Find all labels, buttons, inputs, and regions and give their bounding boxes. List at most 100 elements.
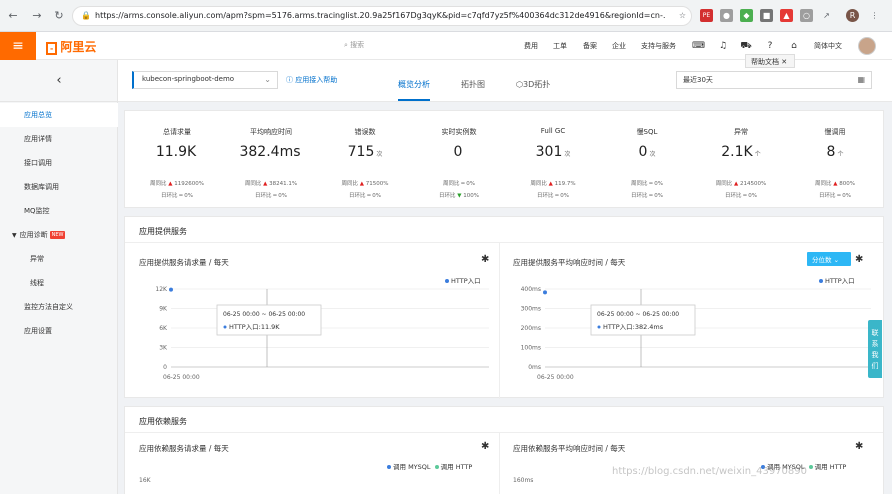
language-switch[interactable]: 简体中文	[814, 41, 842, 51]
sidebar-item-db-calls[interactable]: 数据库调用	[0, 175, 118, 199]
reload-icon[interactable]: ↻	[52, 9, 66, 23]
chart-title: 应用提供服务请求量 / 每天	[139, 258, 229, 267]
topnav-icp[interactable]: 备案	[583, 41, 597, 51]
help-tooltip: 帮助文档 ✕	[745, 54, 795, 68]
extension-icon[interactable]: ○	[800, 9, 813, 22]
tab-label: 3D拓扑	[522, 80, 551, 89]
metric-5[interactable]: 慢SQL 0 次周同比 ━ 0% 日环比 ━ 0%	[601, 111, 693, 209]
sidebar-item-diagnosis[interactable]: ▼ 应用诊断 NEW	[0, 223, 118, 247]
contact-label: 联系我们	[871, 329, 879, 370]
provide-latency-chart[interactable]: 0ms 100ms 200ms 300ms 400ms 06-25 00:00 06-25 …	[509, 285, 879, 397]
metric-value: 0	[453, 144, 463, 160]
metrics-card: 总请求量 11.9K 周同比 ▲ 1192600% 日环比 ━ 0% 平均响应时间 382…	[124, 110, 884, 208]
week-compare: 周同比 ▲ 38241.1%	[244, 181, 298, 187]
metric-1[interactable]: 平均响应时间 382.4ms 周同比 ▲ 38241.1% 日环比 ━ 0%	[225, 111, 317, 209]
extension-icon[interactable]: ●	[720, 9, 733, 22]
help-link-text: 应用接入帮助	[295, 76, 338, 84]
date-range-value: 最近30天	[683, 76, 713, 84]
sidebar-item-label: 异常	[30, 255, 44, 263]
search-input[interactable]: ⌕ 搜索	[344, 40, 364, 50]
tab-topology[interactable]: 拓扑图	[461, 79, 485, 101]
extension-icon[interactable]: ↗	[820, 9, 833, 22]
percentile-button[interactable]: 分位数 ⌄	[807, 252, 851, 266]
metric-value: 382.4ms	[239, 144, 301, 160]
topnav-fee[interactable]: 费用	[524, 41, 538, 51]
metric-label: 错误数	[354, 128, 376, 136]
menu-icon[interactable]: ⋮	[868, 9, 881, 22]
address-bar[interactable]: 🔒 https://arms.console.aliyun.com/apm?sp…	[72, 6, 692, 26]
y-tick-label: 0ms	[528, 364, 541, 371]
sidebar: ‹ 应用总览 应用详情 接口调用 数据库调用 MQ监控 ▼ 应用诊断 NEW 异常 …	[0, 60, 118, 494]
sidebar-item-overview[interactable]: 应用总览	[0, 103, 118, 127]
home-icon[interactable]: ⌂	[788, 40, 800, 52]
sidebar-item-mq[interactable]: MQ监控	[0, 199, 118, 223]
tab-3d-topology[interactable]: ⬡3D拓扑	[516, 79, 550, 101]
profile-icon[interactable]: R	[846, 9, 859, 22]
help-icon[interactable]: ?	[764, 40, 776, 52]
bug-icon[interactable]: ✱	[855, 441, 863, 452]
bug-icon[interactable]: ✱	[481, 254, 489, 265]
menu-icon[interactable]: ≡	[0, 32, 36, 60]
topnav-support[interactable]: 支持与服务	[641, 41, 676, 51]
bell-icon[interactable]: ♫	[717, 40, 729, 52]
sidebar-item-custom-method[interactable]: 监控方法自定义	[0, 295, 118, 319]
bug-icon[interactable]: ✱	[481, 441, 489, 452]
url-text[interactable]: https://arms.console.aliyun.com/apm?spm=…	[95, 11, 665, 20]
close-icon[interactable]: ✕	[781, 58, 787, 66]
sidebar-item-app-detail[interactable]: 应用详情	[0, 127, 118, 151]
calendar-icon: ▦	[857, 75, 865, 84]
extension-icon[interactable]: ◆	[740, 9, 753, 22]
metric-label: 慢SQL	[636, 128, 658, 136]
sidebar-item-label: 数据库调用	[24, 183, 59, 191]
sidebar-item-settings[interactable]: 应用设置	[0, 319, 118, 343]
sidebar-item-thread[interactable]: 线程	[0, 271, 118, 295]
provide-request-chart[interactable]: 0 3K 6K 9K 12K 06-25 00:00 06-25 00:00 ~ 06-25…	[135, 285, 495, 397]
tab-overview[interactable]: 概览分析	[398, 79, 430, 101]
week-compare: 周同比 ▲ 1192600%	[150, 181, 204, 187]
metric-value: 2.1K 个	[721, 144, 761, 160]
chart-legend[interactable]: 调用 MYSQL 调用 HTTP	[387, 461, 472, 471]
metric-6[interactable]: 异常 2.1K 个周同比 ▲ 214500% 日环比 ━ 0%	[695, 111, 787, 209]
search-icon: ⌕	[344, 41, 348, 49]
topnav-enterprise[interactable]: 企业	[612, 41, 626, 51]
topnav-ticket[interactable]: 工单	[553, 41, 567, 51]
avatar[interactable]	[858, 37, 876, 55]
star-icon[interactable]: ☆	[676, 9, 689, 22]
extension-icon[interactable]: ▲	[780, 9, 793, 22]
percentile-label: 分位数	[812, 256, 832, 264]
back-icon[interactable]: ←	[6, 9, 20, 23]
legend-dot	[387, 465, 391, 469]
chart-legend[interactable]: HTTP入口	[445, 275, 481, 285]
extension-icon[interactable]: PE	[700, 9, 713, 22]
x-tick-label: 06-25 00:00	[163, 374, 200, 381]
collapse-icon[interactable]: ‹	[0, 60, 118, 102]
forward-icon[interactable]: →	[30, 9, 44, 23]
week-compare: 周同比 ▲ 214500%	[715, 181, 767, 187]
logo[interactable]: - 阿里云	[46, 38, 96, 55]
tooltip-text: 帮助文档	[751, 58, 779, 66]
extension-icon[interactable]: ■	[760, 9, 773, 22]
metric-4[interactable]: Full GC 301 次周同比 ▲ 119.7% 日环比 ━ 0%	[507, 111, 599, 209]
bug-icon[interactable]: ✱	[855, 254, 863, 265]
app-select[interactable]: kubecon-springboot-demo ⌄	[132, 71, 278, 89]
depend-section: 应用依赖服务 应用依赖服务请求量 / 每天 ✱ 调用 MYSQL 调用 HTTP…	[124, 406, 884, 494]
metric-value: 715 次	[347, 144, 383, 160]
contact-us-tab[interactable]: 联系我们	[868, 320, 882, 378]
help-link[interactable]: ⓘ 应用接入帮助	[286, 75, 337, 85]
y-tick-label: 200ms	[521, 325, 541, 332]
metric-7[interactable]: 慢调用 8 个周同比 ▲ 800% 日环比 ━ 0%	[789, 111, 881, 209]
date-range-picker[interactable]: 最近30天 ▦	[676, 71, 872, 89]
chart-title: 应用依赖服务请求量 / 每天	[139, 444, 229, 453]
tooltip-value: HTTP入口:382.4ms	[603, 323, 664, 331]
terminal-icon[interactable]: ⌨	[692, 40, 705, 52]
legend-dot	[808, 465, 813, 469]
new-badge: NEW	[49, 231, 66, 239]
cart-icon[interactable]: ⛟	[740, 40, 752, 52]
sidebar-item-api-calls[interactable]: 接口调用	[0, 151, 118, 175]
chart-legend[interactable]: HTTP入口	[819, 275, 855, 285]
sidebar-item-exception[interactable]: 异常	[0, 247, 118, 271]
metric-3[interactable]: 实时实例数 0 周同比 ━ 0% 日环比 ▼ 100%	[413, 111, 505, 209]
metric-0[interactable]: 总请求量 11.9K 周同比 ▲ 1192600% 日环比 ━ 0%	[131, 111, 223, 209]
metric-2[interactable]: 错误数 715 次周同比 ▲ 71500% 日环比 ━ 0%	[319, 111, 411, 209]
metric-label: 慢调用	[824, 128, 846, 136]
